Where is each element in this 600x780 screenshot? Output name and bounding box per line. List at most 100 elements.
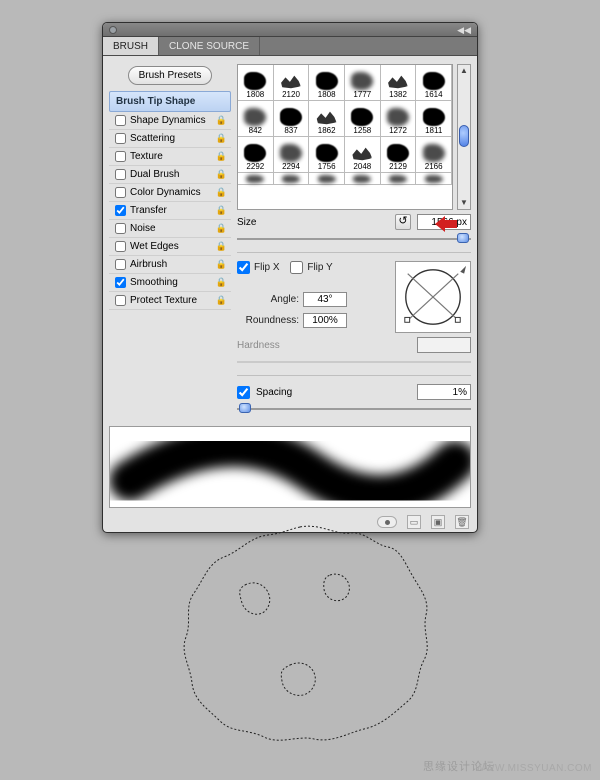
collapse-icon[interactable]: ◀◀: [457, 25, 471, 36]
option-protect-texture[interactable]: Protect Texture🔒: [109, 292, 231, 310]
lock-icon: 🔒: [216, 151, 227, 162]
brush-size-label: 1614: [425, 90, 443, 99]
brush-size-label: 1756: [318, 162, 336, 171]
lock-icon: 🔒: [216, 115, 227, 126]
angle-input[interactable]: [303, 292, 347, 307]
brush-thumbnail[interactable]: 1272: [381, 101, 417, 137]
option-transfer[interactable]: Transfer🔒: [109, 202, 231, 220]
lock-icon: 🔒: [216, 241, 227, 252]
option-checkbox[interactable]: [115, 259, 126, 270]
brush-thumbnail[interactable]: [274, 173, 310, 185]
brush-thumbnail[interactable]: 1382: [381, 65, 417, 101]
tab-clone-source[interactable]: CLONE SOURCE: [159, 37, 260, 55]
brush-stroke-icon: [318, 175, 336, 183]
brush-thumbnail[interactable]: 1777: [345, 65, 381, 101]
hardness-label: Hardness: [237, 340, 280, 351]
option-shape-dynamics[interactable]: Shape Dynamics 🔒: [109, 112, 231, 130]
option-smoothing[interactable]: Smoothing 🔒: [109, 274, 231, 292]
brush-thumbnail[interactable]: 1614: [416, 65, 452, 101]
brush-thumbnail[interactable]: 837: [274, 101, 310, 137]
spacing-input[interactable]: [417, 384, 471, 400]
option-noise[interactable]: Noise🔒: [109, 220, 231, 238]
brush-thumbnail[interactable]: 1808: [309, 65, 345, 101]
lock-icon: 🔒: [216, 277, 227, 288]
brush-thumbnail[interactable]: 2129: [381, 137, 417, 173]
brush-thumbnail[interactable]: [416, 173, 452, 185]
options-sidebar: Brush Presets Brush Tip Shape Shape Dyna…: [109, 64, 231, 414]
brush-thumbnail[interactable]: 2292: [238, 137, 274, 173]
brush-stroke-icon: [423, 108, 445, 126]
flip-x-checkbox[interactable]: [237, 261, 250, 274]
option-checkbox[interactable]: [115, 277, 126, 288]
brush-thumbnail[interactable]: 2166: [416, 137, 452, 173]
option-checkbox[interactable]: [115, 223, 126, 234]
brush-stroke-icon: [316, 144, 338, 162]
lock-icon: 🔒: [216, 295, 227, 306]
flip-x-label: Flip X: [254, 262, 280, 273]
option-checkbox[interactable]: [115, 151, 126, 162]
option-scattering[interactable]: Scattering🔒: [109, 130, 231, 148]
brush-size-label: 2129: [389, 162, 407, 171]
brush-size-label: 842: [249, 126, 262, 135]
brush-thumbnail[interactable]: [309, 173, 345, 185]
brush-thumbnail[interactable]: 1756: [309, 137, 345, 173]
tab-brush[interactable]: BRUSH: [103, 36, 159, 55]
brush-thumbnail[interactable]: 2120: [274, 65, 310, 101]
option-checkbox[interactable]: [115, 133, 126, 144]
roundness-input[interactable]: [303, 313, 347, 328]
brush-thumbnail[interactable]: 1811: [416, 101, 452, 137]
brush-size-label: 1272: [389, 126, 407, 135]
option-wet-edges[interactable]: Wet Edges🔒: [109, 238, 231, 256]
option-brush-tip-shape[interactable]: Brush Tip Shape: [109, 91, 231, 112]
spacing-slider[interactable]: [237, 404, 471, 414]
scroll-up-icon[interactable]: ▲: [460, 66, 468, 76]
brush-thumbnail[interactable]: [345, 173, 381, 185]
option-checkbox[interactable]: [115, 295, 126, 306]
reset-size-icon[interactable]: ↺: [395, 214, 411, 230]
spacing-checkbox[interactable]: [237, 386, 250, 399]
brush-thumbnail[interactable]: 2048: [345, 137, 381, 173]
brush-thumbnail[interactable]: 2294: [274, 137, 310, 173]
option-checkbox[interactable]: [115, 169, 126, 180]
brush-thumbnail-grid[interactable]: 1808212018081777138216148428371862125812…: [237, 64, 453, 210]
size-slider[interactable]: [237, 234, 471, 244]
brush-thumbnail[interactable]: 1258: [345, 101, 381, 137]
option-checkbox[interactable]: [115, 241, 126, 252]
panel-titlebar[interactable]: ◀◀: [103, 23, 477, 37]
scrollbar-thumb[interactable]: [459, 125, 469, 147]
hardness-slider: [237, 357, 471, 367]
option-label: Smoothing: [130, 277, 178, 288]
option-texture[interactable]: Texture🔒: [109, 148, 231, 166]
selection-outline: [150, 515, 450, 755]
brush-stroke-icon: [351, 144, 373, 162]
option-dual-brush[interactable]: Dual Brush🔒: [109, 166, 231, 184]
flip-y-checkbox[interactable]: [290, 261, 303, 274]
option-checkbox[interactable]: [115, 205, 126, 216]
option-airbrush[interactable]: Airbrush🔒: [109, 256, 231, 274]
option-label: Noise: [130, 223, 156, 234]
brush-thumbnail[interactable]: 842: [238, 101, 274, 137]
brush-thumbnail[interactable]: 1862: [309, 101, 345, 137]
brush-size-label: 1862: [318, 126, 336, 135]
brush-thumbnail[interactable]: 1808: [238, 65, 274, 101]
brush-stroke-icon: [244, 144, 266, 162]
roundness-label: Roundness:: [237, 315, 299, 326]
brush-thumbnail[interactable]: [381, 173, 417, 185]
option-checkbox[interactable]: [115, 187, 126, 198]
option-label: Shape Dynamics: [130, 115, 206, 126]
brush-stroke-icon: [351, 108, 373, 126]
size-label: Size: [237, 217, 256, 228]
brush-grid-scrollbar[interactable]: ▲ ▼: [457, 64, 471, 210]
option-color-dynamics[interactable]: Color Dynamics🔒: [109, 184, 231, 202]
panel-tabs: BRUSH CLONE SOURCE: [103, 37, 477, 56]
brush-size-label: 2120: [282, 90, 300, 99]
close-icon[interactable]: [109, 26, 117, 34]
brush-stroke-icon: [316, 108, 338, 126]
brush-angle-widget[interactable]: [395, 261, 471, 333]
brush-stroke-icon: [387, 72, 409, 90]
brush-thumbnail[interactable]: [238, 173, 274, 185]
trash-icon[interactable]: 🗑: [455, 515, 469, 529]
brush-presets-button[interactable]: Brush Presets: [128, 66, 213, 85]
scroll-down-icon[interactable]: ▼: [460, 198, 468, 208]
option-checkbox[interactable]: [115, 115, 126, 126]
